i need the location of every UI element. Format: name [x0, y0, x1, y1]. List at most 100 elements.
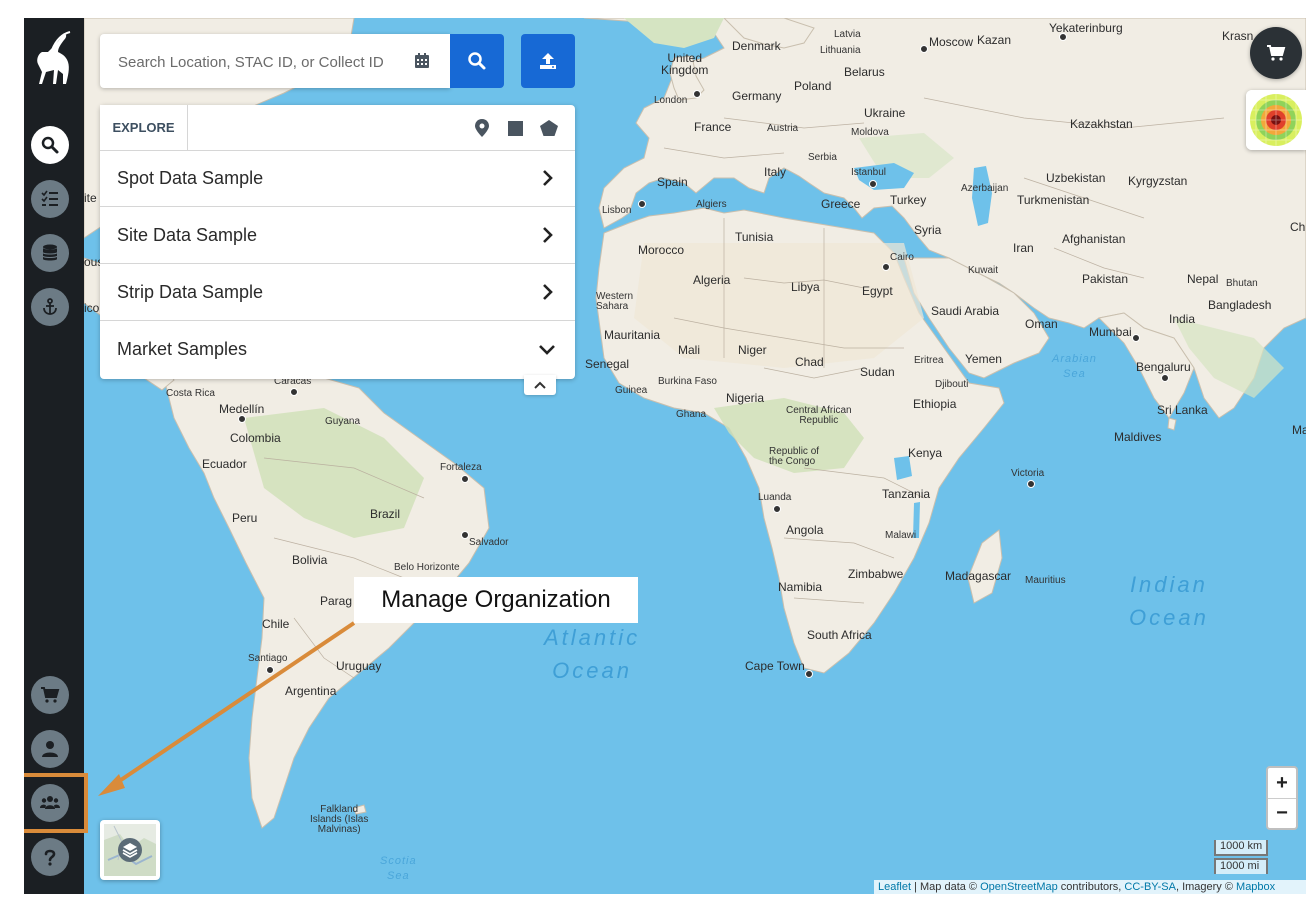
- cart-icon: [1267, 45, 1286, 61]
- sidebar-cart-button[interactable]: [31, 676, 69, 714]
- city-dot: [1132, 334, 1140, 342]
- zoom-out-button[interactable]: −: [1268, 798, 1296, 828]
- map-label: London: [654, 95, 688, 106]
- map-label: Turkmenistan: [1017, 193, 1090, 207]
- chevron-up-icon: [534, 381, 546, 389]
- zoom-in-button[interactable]: +: [1268, 768, 1296, 799]
- city-dot: [1027, 480, 1035, 488]
- ocean-label-indian: Indian Ocean: [1129, 572, 1209, 630]
- map-label: South Africa: [807, 628, 872, 642]
- explore-panel: EXPLORE Spot Data Sample Site Data Sampl…: [100, 105, 575, 379]
- search-icon: [468, 52, 486, 70]
- map-label: Saudi Arabia: [931, 304, 1000, 318]
- city-dot: [773, 505, 781, 513]
- map-label: Guinea: [615, 385, 648, 396]
- sidebar-search-button[interactable]: [31, 126, 69, 164]
- map-label: Oman: [1025, 317, 1058, 331]
- map-label: Mumbai: [1089, 325, 1132, 339]
- cart-button[interactable]: [1250, 27, 1302, 79]
- map-label: Egypt: [862, 284, 893, 298]
- sidebar-anchor-button[interactable]: [31, 288, 69, 326]
- map-label: Angola: [786, 523, 824, 537]
- calendar-icon[interactable]: [413, 52, 431, 70]
- city-dot: [882, 263, 890, 271]
- tab-explore[interactable]: EXPLORE: [100, 105, 188, 150]
- help-icon: [44, 849, 56, 866]
- map-label: ico: [84, 301, 100, 315]
- map-label: Western Sahara: [596, 291, 634, 312]
- map-label: Djibouti: [935, 379, 969, 390]
- attribution-text: contributors,: [1057, 881, 1125, 893]
- map-label: Kyrgyzstan: [1128, 174, 1188, 188]
- city-dot: [461, 475, 469, 483]
- sidebar-profile-button[interactable]: [31, 730, 69, 768]
- explore-tab-bar: EXPLORE: [100, 105, 575, 151]
- map-label: Nigeria: [726, 391, 765, 405]
- map-label: Latvia: [834, 29, 861, 40]
- user-icon: [42, 741, 58, 757]
- map-label: Ecuador: [202, 457, 247, 471]
- osm-link[interactable]: OpenStreetMap: [980, 881, 1058, 893]
- upload-icon: [540, 53, 556, 69]
- sidebar-data-button[interactable]: [31, 234, 69, 272]
- task-list-icon: [41, 190, 58, 206]
- map-label: Libya: [791, 280, 820, 294]
- cart-icon: [41, 687, 60, 703]
- map-pin-icon[interactable]: [472, 118, 492, 138]
- map-label: Sri Lanka: [1157, 403, 1208, 417]
- map-label: Luanda: [758, 492, 792, 503]
- collapse-panel-button[interactable]: [524, 375, 556, 395]
- map-label: Yemen: [965, 352, 1002, 366]
- map-label: Argentina: [285, 684, 337, 698]
- license-link[interactable]: CC-BY-SA: [1124, 881, 1176, 893]
- chevron-right-icon: [543, 227, 553, 243]
- map-label: Tanzania: [882, 487, 931, 501]
- explore-item-site[interactable]: Site Data Sample: [100, 207, 575, 264]
- heatmap-toggle[interactable]: [1246, 90, 1306, 150]
- map-attribution: Leaflet | Map data © OpenStreetMap contr…: [874, 880, 1306, 894]
- chevron-down-icon: [539, 345, 555, 355]
- ibex-logo-icon[interactable]: [28, 30, 76, 90]
- polygon-icon[interactable]: [539, 118, 559, 138]
- chevron-right-icon: [543, 170, 553, 186]
- map-label: Syria: [914, 223, 942, 237]
- map-label: Lisbon: [602, 205, 632, 216]
- explore-item-spot[interactable]: Spot Data Sample: [100, 150, 575, 207]
- map-label: Belarus: [844, 65, 885, 79]
- leaflet-link[interactable]: Leaflet: [878, 881, 911, 893]
- sidebar-tasks-button[interactable]: [31, 180, 69, 218]
- search-input[interactable]: [116, 34, 400, 90]
- map-label: Morocco: [638, 243, 685, 257]
- city-dot: [869, 180, 877, 188]
- city-dot: [1161, 374, 1169, 382]
- map-label: United Kingdom: [661, 51, 709, 77]
- map-label: Burkina Faso: [658, 376, 717, 387]
- square-icon[interactable]: [505, 118, 525, 138]
- city-dot: [290, 388, 298, 396]
- upload-button[interactable]: [521, 34, 575, 88]
- explore-item-label: Strip Data Sample: [117, 282, 264, 302]
- map-label: France: [694, 120, 732, 134]
- map-label: Moscow: [929, 35, 974, 49]
- map-label: Namibia: [778, 580, 823, 594]
- sidebar-help-button[interactable]: [31, 838, 69, 876]
- map-label: Spain: [657, 175, 688, 189]
- explore-item-label: Site Data Sample: [117, 225, 258, 245]
- manage-organization-callout: Manage Organization: [354, 577, 638, 623]
- search-button[interactable]: [450, 34, 504, 88]
- map-label: Cairo: [890, 252, 914, 263]
- layers-button[interactable]: [100, 820, 160, 880]
- mapbox-link[interactable]: Mapbox: [1236, 881, 1275, 893]
- map-label: Moldova: [851, 127, 889, 138]
- map-label: Kazan: [977, 33, 1012, 47]
- sea-label-scotia: Scotia Sea: [380, 855, 417, 882]
- map-label: Sudan: [860, 365, 895, 379]
- map-label: Eritrea: [914, 355, 944, 366]
- map-label: Mauritius: [1025, 575, 1066, 586]
- map-label: Chad: [795, 355, 824, 369]
- explore-item-strip[interactable]: Strip Data Sample: [100, 264, 575, 321]
- sidebar: [24, 18, 88, 894]
- map-label: Istanbul: [851, 167, 887, 178]
- map-label: Mauritania: [604, 328, 661, 342]
- explore-item-market[interactable]: Market Samples: [100, 321, 575, 378]
